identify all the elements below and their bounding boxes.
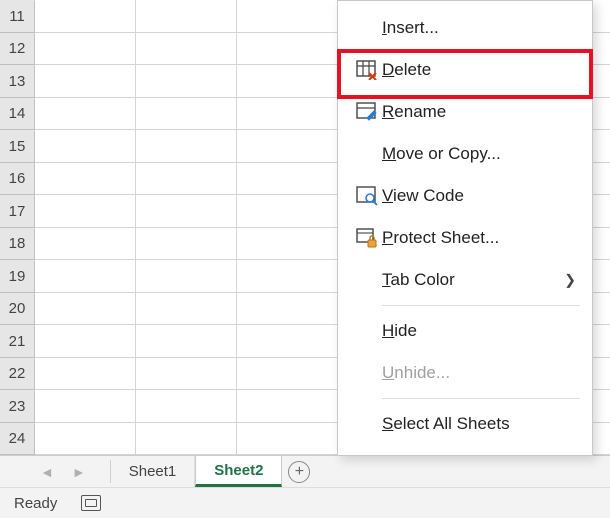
menu-hide[interactable]: Hide [338,310,592,352]
row-header[interactable]: 13 [0,65,35,98]
cell[interactable] [35,33,136,66]
menu-label: Insert... [382,18,592,38]
cell[interactable] [237,390,338,423]
row-header[interactable]: 20 [0,293,35,326]
cell[interactable] [35,358,136,391]
menu-label: Select All Sheets [382,414,592,434]
cell[interactable] [237,228,338,261]
cell[interactable] [35,130,136,163]
tab-prev-icon[interactable]: ◄ [40,465,54,479]
cell[interactable] [136,130,237,163]
tab-label: Sheet1 [129,463,177,480]
cell[interactable] [136,163,237,196]
cell[interactable] [35,325,136,358]
row-header[interactable]: 17 [0,195,35,228]
tab-sheet1[interactable]: Sheet1 [111,456,196,487]
cell[interactable] [35,293,136,326]
cell[interactable] [237,260,338,293]
cell[interactable] [35,390,136,423]
row-header[interactable]: 11 [0,0,35,33]
view-code-icon [352,186,382,206]
status-bar: Ready [0,487,610,518]
row-header[interactable]: 19 [0,260,35,293]
cell[interactable] [136,33,237,66]
cell[interactable] [136,293,237,326]
status-ready: Ready [14,495,57,512]
tab-sheet2[interactable]: Sheet2 [195,455,282,487]
cell[interactable] [237,130,338,163]
cell[interactable] [136,98,237,131]
cell[interactable] [136,195,237,228]
accessibility-icon[interactable] [81,495,101,511]
cell[interactable] [136,260,237,293]
row-header[interactable]: 16 [0,163,35,196]
menu-label: Unhide... [382,363,592,383]
menu-label: Hide [382,321,592,341]
cell[interactable] [237,325,338,358]
plus-icon: + [288,461,310,483]
cell[interactable] [136,390,237,423]
menu-rename[interactable]: Rename [338,91,592,133]
cell[interactable] [35,195,136,228]
protect-sheet-icon [352,228,382,248]
cell[interactable] [35,228,136,261]
menu-tab-color[interactable]: Tab Color ❯ [338,259,592,301]
row-header[interactable]: 12 [0,33,35,66]
cell[interactable] [136,228,237,261]
cell[interactable] [237,65,338,98]
rename-icon [352,102,382,122]
tab-label: Sheet2 [214,462,263,479]
tab-nav: ◄ ► [0,456,110,487]
menu-label: View Code [382,186,592,206]
cell[interactable] [237,195,338,228]
menu-view-code[interactable]: View Code [338,175,592,217]
menu-label: Tab Color [382,270,592,290]
cell[interactable] [35,65,136,98]
cell[interactable] [237,358,338,391]
menu-protect-sheet[interactable]: Protect Sheet... [338,217,592,259]
cell[interactable] [136,325,237,358]
cell[interactable] [136,0,237,33]
menu-insert[interactable]: Insert... [338,7,592,49]
row-header[interactable]: 24 [0,423,35,456]
menu-label: Move or Copy... [382,144,592,164]
cell[interactable] [35,0,136,33]
cell[interactable] [35,423,136,456]
new-sheet-button[interactable]: + [282,456,316,487]
row-header[interactable]: 21 [0,325,35,358]
menu-separator [382,305,580,306]
cell[interactable] [237,33,338,66]
cell[interactable] [35,163,136,196]
sheet-tab-bar: ◄ ► Sheet1 Sheet2 + [0,455,610,487]
tab-next-icon[interactable]: ► [72,465,86,479]
cell[interactable] [237,423,338,456]
cell[interactable] [136,65,237,98]
row-header[interactable]: 18 [0,228,35,261]
row-header[interactable]: 23 [0,390,35,423]
cell[interactable] [237,0,338,33]
menu-label: Protect Sheet... [382,228,592,248]
cell[interactable] [237,163,338,196]
menu-label: Rename [382,102,592,122]
menu-select-all-sheets[interactable]: Select All Sheets [338,403,592,445]
row-header[interactable]: 22 [0,358,35,391]
menu-separator [382,398,580,399]
row-header[interactable]: 14 [0,98,35,131]
menu-delete[interactable]: Delete [338,49,592,91]
menu-label: Delete [382,60,592,80]
menu-move-or-copy[interactable]: Move or Copy... [338,133,592,175]
cell[interactable] [237,98,338,131]
delete-sheet-icon [352,60,382,80]
cell[interactable] [35,260,136,293]
submenu-arrow-icon: ❯ [564,272,576,289]
row-header[interactable]: 15 [0,130,35,163]
cell[interactable] [136,358,237,391]
sheet-context-menu: Insert... Delete Rename Move or C [337,0,593,456]
menu-unhide: Unhide... [338,352,592,394]
cell[interactable] [136,423,237,456]
cell[interactable] [237,293,338,326]
cell[interactable] [35,98,136,131]
